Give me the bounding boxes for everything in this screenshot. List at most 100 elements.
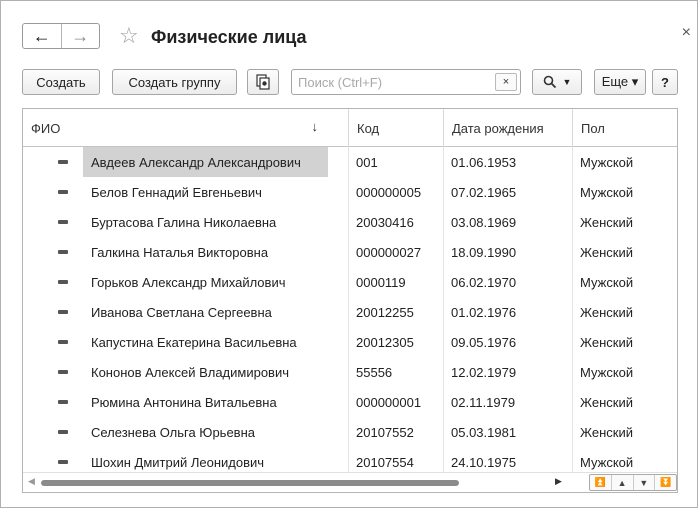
page-title: Физические лица — [151, 27, 307, 47]
cell-code: 0000119 — [356, 274, 406, 290]
dash-element-icon — [58, 430, 68, 434]
column-header-birth-date[interactable]: Дата рождения — [443, 109, 573, 147]
table-row[interactable]: Капустина Екатерина Васильевна 20012305 09… — [23, 327, 677, 357]
cell-fio: Горьков Александр Михайлович — [91, 274, 286, 290]
create-group-button-label: Создать группу — [128, 74, 221, 90]
column-header-label: Код — [357, 120, 380, 136]
cell-fio: Рюмина Антонина Витальевна — [91, 394, 277, 410]
create-button-label: Создать — [36, 74, 86, 90]
dash-element-icon — [58, 220, 68, 224]
dash-element-icon — [58, 250, 68, 254]
cell-fio: Белов Геннадий Евгеньевич — [91, 184, 262, 200]
close-icon[interactable]: × — [682, 23, 691, 43]
pager-buttons: ⏫ ▲ ▼ ⏬ — [589, 474, 677, 491]
dash-element-icon — [58, 310, 68, 314]
table-row[interactable]: Авдеев Александр Александрович 001 01.06.1… — [23, 147, 677, 177]
cell-birth-date: 07.02.1965 — [451, 184, 517, 200]
cell-code: 20012305 — [356, 334, 414, 350]
dash-element-icon — [58, 190, 68, 194]
cell-sex: Мужской — [580, 274, 634, 290]
column-header-fio[interactable]: ФИО ↓ — [23, 109, 328, 147]
column-header-label: Пол — [581, 120, 605, 136]
table-row[interactable]: Иванова Светлана Сергеевна 20012255 01.02.… — [23, 297, 677, 327]
title-bar: ← → ☆ Физические лица × — [1, 1, 697, 63]
cell-sex: Женский — [580, 304, 633, 320]
search-button[interactable]: ▼ — [532, 69, 582, 95]
page-down-icon[interactable]: ▼ — [632, 475, 655, 490]
navigation-buttons: ← → — [22, 23, 100, 49]
close-icon: × — [502, 76, 510, 88]
cell-birth-date: 05.03.1981 — [451, 424, 517, 440]
table-row[interactable]: Селезнева Ольга Юрьевна 20107552 05.03.198… — [23, 417, 677, 447]
cell-birth-date: 01.02.1976 — [451, 304, 517, 320]
cell-birth-date: 09.05.1976 — [451, 334, 517, 350]
cell-sex: Мужской — [580, 154, 634, 170]
cell-sex: Женский — [580, 334, 633, 350]
cell-code: 20030416 — [356, 214, 414, 230]
dash-element-icon — [58, 370, 68, 374]
search-placeholder: Поиск (Ctrl+F) — [298, 75, 383, 90]
chevron-down-icon: ▼ — [562, 77, 572, 87]
help-button[interactable]: ? — [652, 69, 678, 95]
cell-fio: Галкина Наталья Викторовна — [91, 244, 269, 260]
column-header-sex[interactable]: Пол — [572, 109, 677, 147]
physical-persons-window: ← → ☆ Физические лица × Создать Создать … — [0, 0, 698, 508]
persons-table: ФИО ↓ Код Дата рождения Пол Авдеев Алекс… — [22, 108, 678, 493]
cell-sex: Мужской — [580, 364, 634, 380]
column-header-code[interactable]: Код — [348, 109, 443, 147]
dash-element-icon — [58, 160, 68, 164]
create-button[interactable]: Создать — [22, 69, 100, 95]
arrow-right-icon: → — [71, 26, 90, 46]
cell-code: 001 — [356, 154, 378, 170]
page-last-icon[interactable]: ⏬ — [654, 475, 676, 490]
table-row[interactable]: Белов Геннадий Евгеньевич 000000005 07.02.… — [23, 177, 677, 207]
cell-birth-date: 02.11.1979 — [451, 394, 516, 410]
cell-birth-date: 03.08.1969 — [451, 214, 517, 230]
cell-code: 20012255 — [356, 304, 414, 320]
dash-element-icon — [58, 400, 68, 404]
create-group-button[interactable]: Создать группу — [112, 69, 237, 95]
clear-search-button[interactable]: × — [495, 73, 517, 91]
column-header-label: ФИО — [31, 120, 61, 136]
cell-sex: Женский — [580, 394, 633, 410]
cell-fio: Капустина Екатерина Васильевна — [91, 334, 297, 350]
cell-fio: Буртасова Галина Николаевна — [91, 214, 277, 230]
scrollbar-thumb[interactable] — [41, 480, 459, 486]
favorite-star-icon[interactable]: ☆ — [119, 23, 139, 49]
cell-birth-date: 01.06.1953 — [451, 154, 517, 170]
back-button[interactable]: ← — [23, 24, 62, 48]
copy-button[interactable] — [247, 69, 279, 95]
cell-fio: Кононов Алексей Владимирович — [91, 364, 289, 380]
column-header-label: Дата рождения — [452, 120, 544, 136]
horizontal-scrollbar[interactable]: ◀ ▶ ⏫ ▲ ▼ ⏬ — [23, 472, 677, 492]
page-first-icon[interactable]: ⏫ — [590, 475, 611, 490]
sort-down-icon: ↓ — [311, 119, 319, 134]
search-icon — [543, 75, 556, 89]
copy-icon — [256, 74, 270, 90]
page-up-icon[interactable]: ▲ — [610, 475, 633, 490]
help-icon: ? — [661, 74, 669, 90]
dash-element-icon — [58, 460, 68, 464]
table-row[interactable]: Рюмина Антонина Витальевна 000000001 02.11… — [23, 387, 677, 417]
dash-element-icon — [58, 280, 68, 284]
table-row[interactable]: Галкина Наталья Викторовна 000000027 18.09… — [23, 237, 677, 267]
cell-sex: Женский — [580, 214, 633, 230]
table-row[interactable]: Буртасова Галина Николаевна 20030416 03.08… — [23, 207, 677, 237]
table-row[interactable]: Кононов Алексей Владимирович 55556 12.02.1… — [23, 357, 677, 387]
cell-code: 000000027 — [356, 244, 422, 260]
search-input[interactable]: Поиск (Ctrl+F) × — [291, 69, 521, 95]
table-row[interactable]: Горьков Александр Михайлович 0000119 06.02… — [23, 267, 677, 297]
more-button[interactable]: Еще ▾ — [594, 69, 646, 95]
scroll-left-icon[interactable]: ◀ — [28, 476, 35, 487]
cell-code: 000000005 — [356, 184, 422, 200]
scroll-right-icon[interactable]: ▶ — [555, 476, 562, 487]
cell-sex: Женский — [580, 244, 633, 260]
cell-sex: Мужской — [580, 184, 634, 200]
cell-fio: Авдеев Александр Александрович — [83, 147, 328, 177]
cell-fio: Селезнева Ольга Юрьевна — [91, 424, 255, 440]
cell-fio: Иванова Светлана Сергеевна — [91, 304, 272, 320]
forward-button[interactable]: → — [62, 24, 100, 48]
cell-code: 000000001 — [356, 394, 422, 410]
toolbar: Создать Создать группу Поиск (Ctrl+F) × … — [1, 69, 697, 97]
cell-code: 20107552 — [356, 424, 414, 440]
